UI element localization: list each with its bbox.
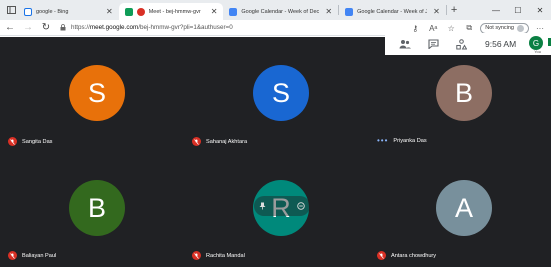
recording-indicator-icon [136,7,145,16]
participant-name: Baliayan Paul [22,252,57,259]
tab-close-icon[interactable]: ✕ [211,7,218,16]
participant-name-row: Antara chowdhury [377,251,436,260]
tab-actions-icon[interactable] [4,3,18,17]
tab-divider [445,5,447,15]
new-tab-icon[interactable]: + [451,4,457,16]
url-scheme: https:// [71,24,90,31]
url-text: https://meet.google.com/bej-hmmw-gvr?pli… [71,24,233,31]
tab-calendar-dec[interactable]: Google Calendar - Week of Dec ✕ [223,3,338,20]
meeting-clock: 9:56 AM [485,39,517,49]
participant-name: Priyanka Das [393,138,427,144]
profile-sync-button[interactable]: Not syncing [480,22,529,34]
meet-top-bar: 9:56 AM G You [385,33,551,55]
maximize-icon[interactable]: ☐ [507,6,529,15]
participant-name-row: Sangita Das [8,137,52,146]
tab-close-icon[interactable]: ✕ [106,7,113,16]
tab-close-icon[interactable]: ✕ [433,7,440,16]
calendar-favicon-icon [229,7,238,16]
back-arrow-icon[interactable]: ← [2,20,18,36]
participant-name: Rachita Mandal [206,252,245,259]
window-controls: — ☐ ✕ [485,0,551,20]
remove-participant-icon[interactable] [297,197,305,215]
reload-icon[interactable]: ↻ [38,20,54,36]
lock-icon [60,24,66,31]
tab-close-icon[interactable]: ✕ [325,7,332,16]
participant-name-row: ••• Priyanka Das [377,137,427,145]
tile-hover-controls [254,196,310,216]
calendar-favicon-icon [345,7,354,16]
participant-name: Sahanaj Akhtara [206,138,248,145]
more-options-icon[interactable]: ··· [533,24,547,33]
self-avatar[interactable]: G [529,36,543,50]
participant-name-row: Baliayan Paul [8,251,56,260]
mic-off-icon [8,251,17,260]
self-label: You [534,49,541,54]
favorites-star-icon[interactable]: ☆ [444,24,458,33]
mic-off-icon [8,137,17,146]
tab-label: google - Bing [36,8,69,15]
tab-label: Meet - bej-hmmw-gvr [148,8,201,15]
close-window-icon[interactable]: ✕ [529,6,551,15]
participant-avatar: A [436,180,492,236]
activities-icon[interactable] [451,37,471,51]
mic-off-icon [377,251,386,260]
participant-avatar: B [436,65,492,121]
participants-icon[interactable] [395,37,415,51]
bing-favicon-icon [24,7,32,16]
forward-arrow-icon[interactable]: → [20,20,36,36]
chat-icon[interactable] [423,37,443,51]
minimize-icon[interactable]: — [485,6,507,15]
participant-avatar: B [69,180,125,236]
tab-meet[interactable]: Meet - bej-hmmw-gvr ✕ [118,3,224,20]
url-host: meet.google.com [89,24,139,31]
tab-calendar-jan[interactable]: Google Calendar - Week of Jan ✕ [339,3,446,20]
participant-name-row: Sahanaj Akhtara [192,137,247,146]
participant-name: Sangita Das [22,138,53,145]
browser-tab-strip: google - Bing ✕ Meet - bej-hmmw-gvr ✕ Go… [0,0,551,20]
tab-label: Google Calendar - Week of Dec [241,8,320,15]
mic-off-icon [192,251,201,260]
pin-icon[interactable] [259,197,266,215]
profile-avatar-icon [517,24,524,32]
participant-name-row: Rachita Mandal [192,251,245,260]
key-icon[interactable]: ⚷ [408,24,422,33]
participant-name: Antara chowdhury [391,252,437,259]
mic-off-icon [192,137,201,146]
meet-favicon-icon [124,7,133,16]
url-path: /bej-hmmw-gvr?pli=1&authuser=0 [138,24,233,31]
tab-bing[interactable]: google - Bing ✕ [18,3,119,20]
collections-icon[interactable]: ⧉ [462,23,476,33]
participant-avatar: S [253,65,309,121]
read-aloud-icon[interactable]: Aᵃ [426,24,440,33]
address-bar[interactable]: https://meet.google.com/bej-hmmw-gvr?pli… [60,21,390,35]
tab-label: Google Calendar - Week of Jan [357,8,428,15]
participant-avatar: S [69,65,125,121]
audio-activity-icon: ••• [377,136,389,145]
sync-label: Not syncing [485,25,514,31]
